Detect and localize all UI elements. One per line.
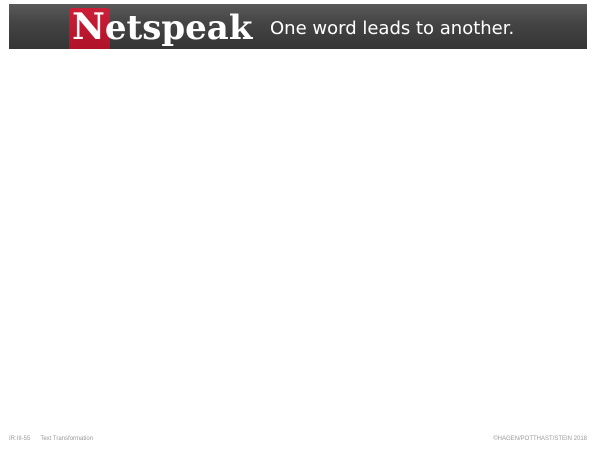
logo-rest: etspeak — [104, 8, 253, 48]
section-title: Text Transformation — [40, 436, 94, 442]
logo-first-letter: N — [72, 6, 105, 48]
netspeak-logo: Netspeak — [72, 5, 252, 49]
slide: Netspeak One word leads to another. IR:I… — [0, 0, 600, 450]
netspeak-banner: Netspeak One word leads to another. — [9, 4, 587, 49]
footer-left: IR:III-55 Text Transformation — [9, 436, 93, 442]
tagline: One word leads to another. — [270, 18, 515, 39]
slide-number: IR:III-55 — [9, 436, 31, 442]
copyright: ©HAGEN/POTTHAST/STEIN 2018 — [493, 436, 587, 442]
